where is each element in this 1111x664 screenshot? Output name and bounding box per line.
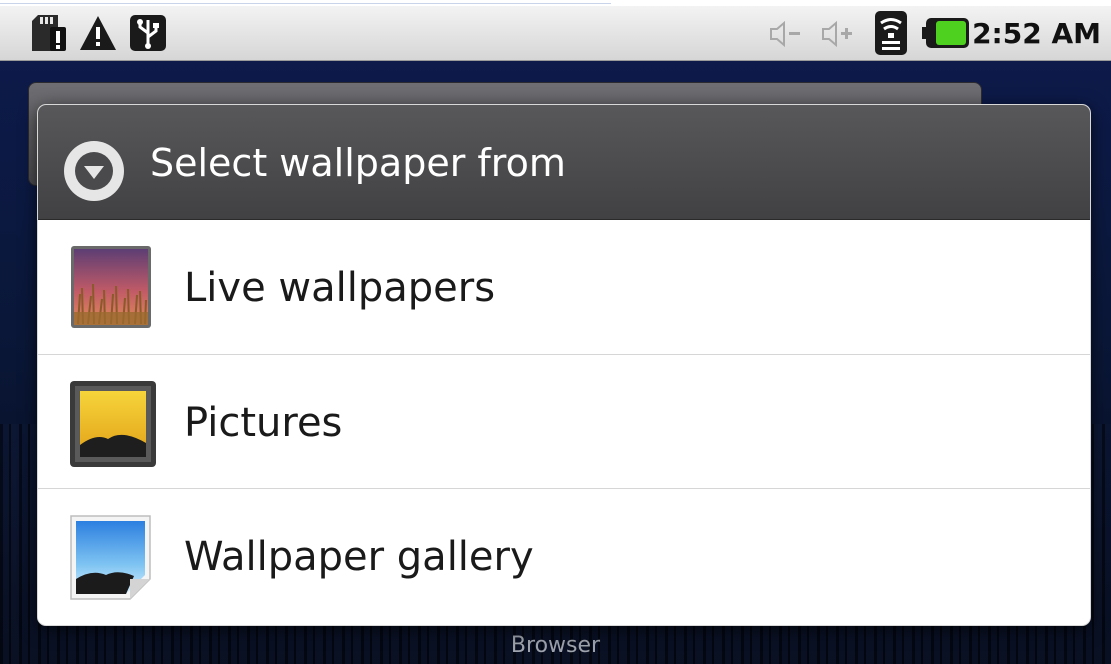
option-live-wallpapers[interactable]: Live wallpapers — [38, 220, 1090, 353]
dropdown-circle-icon — [62, 139, 126, 207]
option-label: Pictures — [184, 400, 343, 446]
dock-label-browser[interactable]: Browser — [0, 628, 1111, 664]
option-pictures[interactable]: Pictures — [38, 354, 1090, 488]
option-wallpaper-gallery[interactable]: Wallpaper gallery — [38, 488, 1090, 622]
wifi-icon — [874, 10, 908, 60]
volume-up-icon — [820, 20, 856, 52]
live-wallpaper-icon — [68, 244, 154, 334]
battery-icon — [922, 17, 970, 53]
select-wallpaper-dialog: Select wallpaper from Live wallpapers Pi… — [38, 105, 1090, 625]
warning-icon — [78, 13, 118, 57]
usb-icon — [128, 13, 168, 57]
status-time: 2:52 AM — [972, 17, 1101, 50]
dialog-title: Select wallpaper from — [150, 141, 566, 185]
option-label: Wallpaper gallery — [184, 534, 534, 580]
status-bar: 2:52 AM — [0, 6, 1111, 61]
wallpaper-gallery-icon — [68, 513, 154, 607]
dialog-header: Select wallpaper from — [38, 105, 1090, 220]
sd-card-alert-icon — [28, 13, 68, 57]
pictures-icon — [68, 379, 158, 473]
volume-down-icon — [768, 20, 804, 52]
option-label: Live wallpapers — [184, 265, 496, 311]
